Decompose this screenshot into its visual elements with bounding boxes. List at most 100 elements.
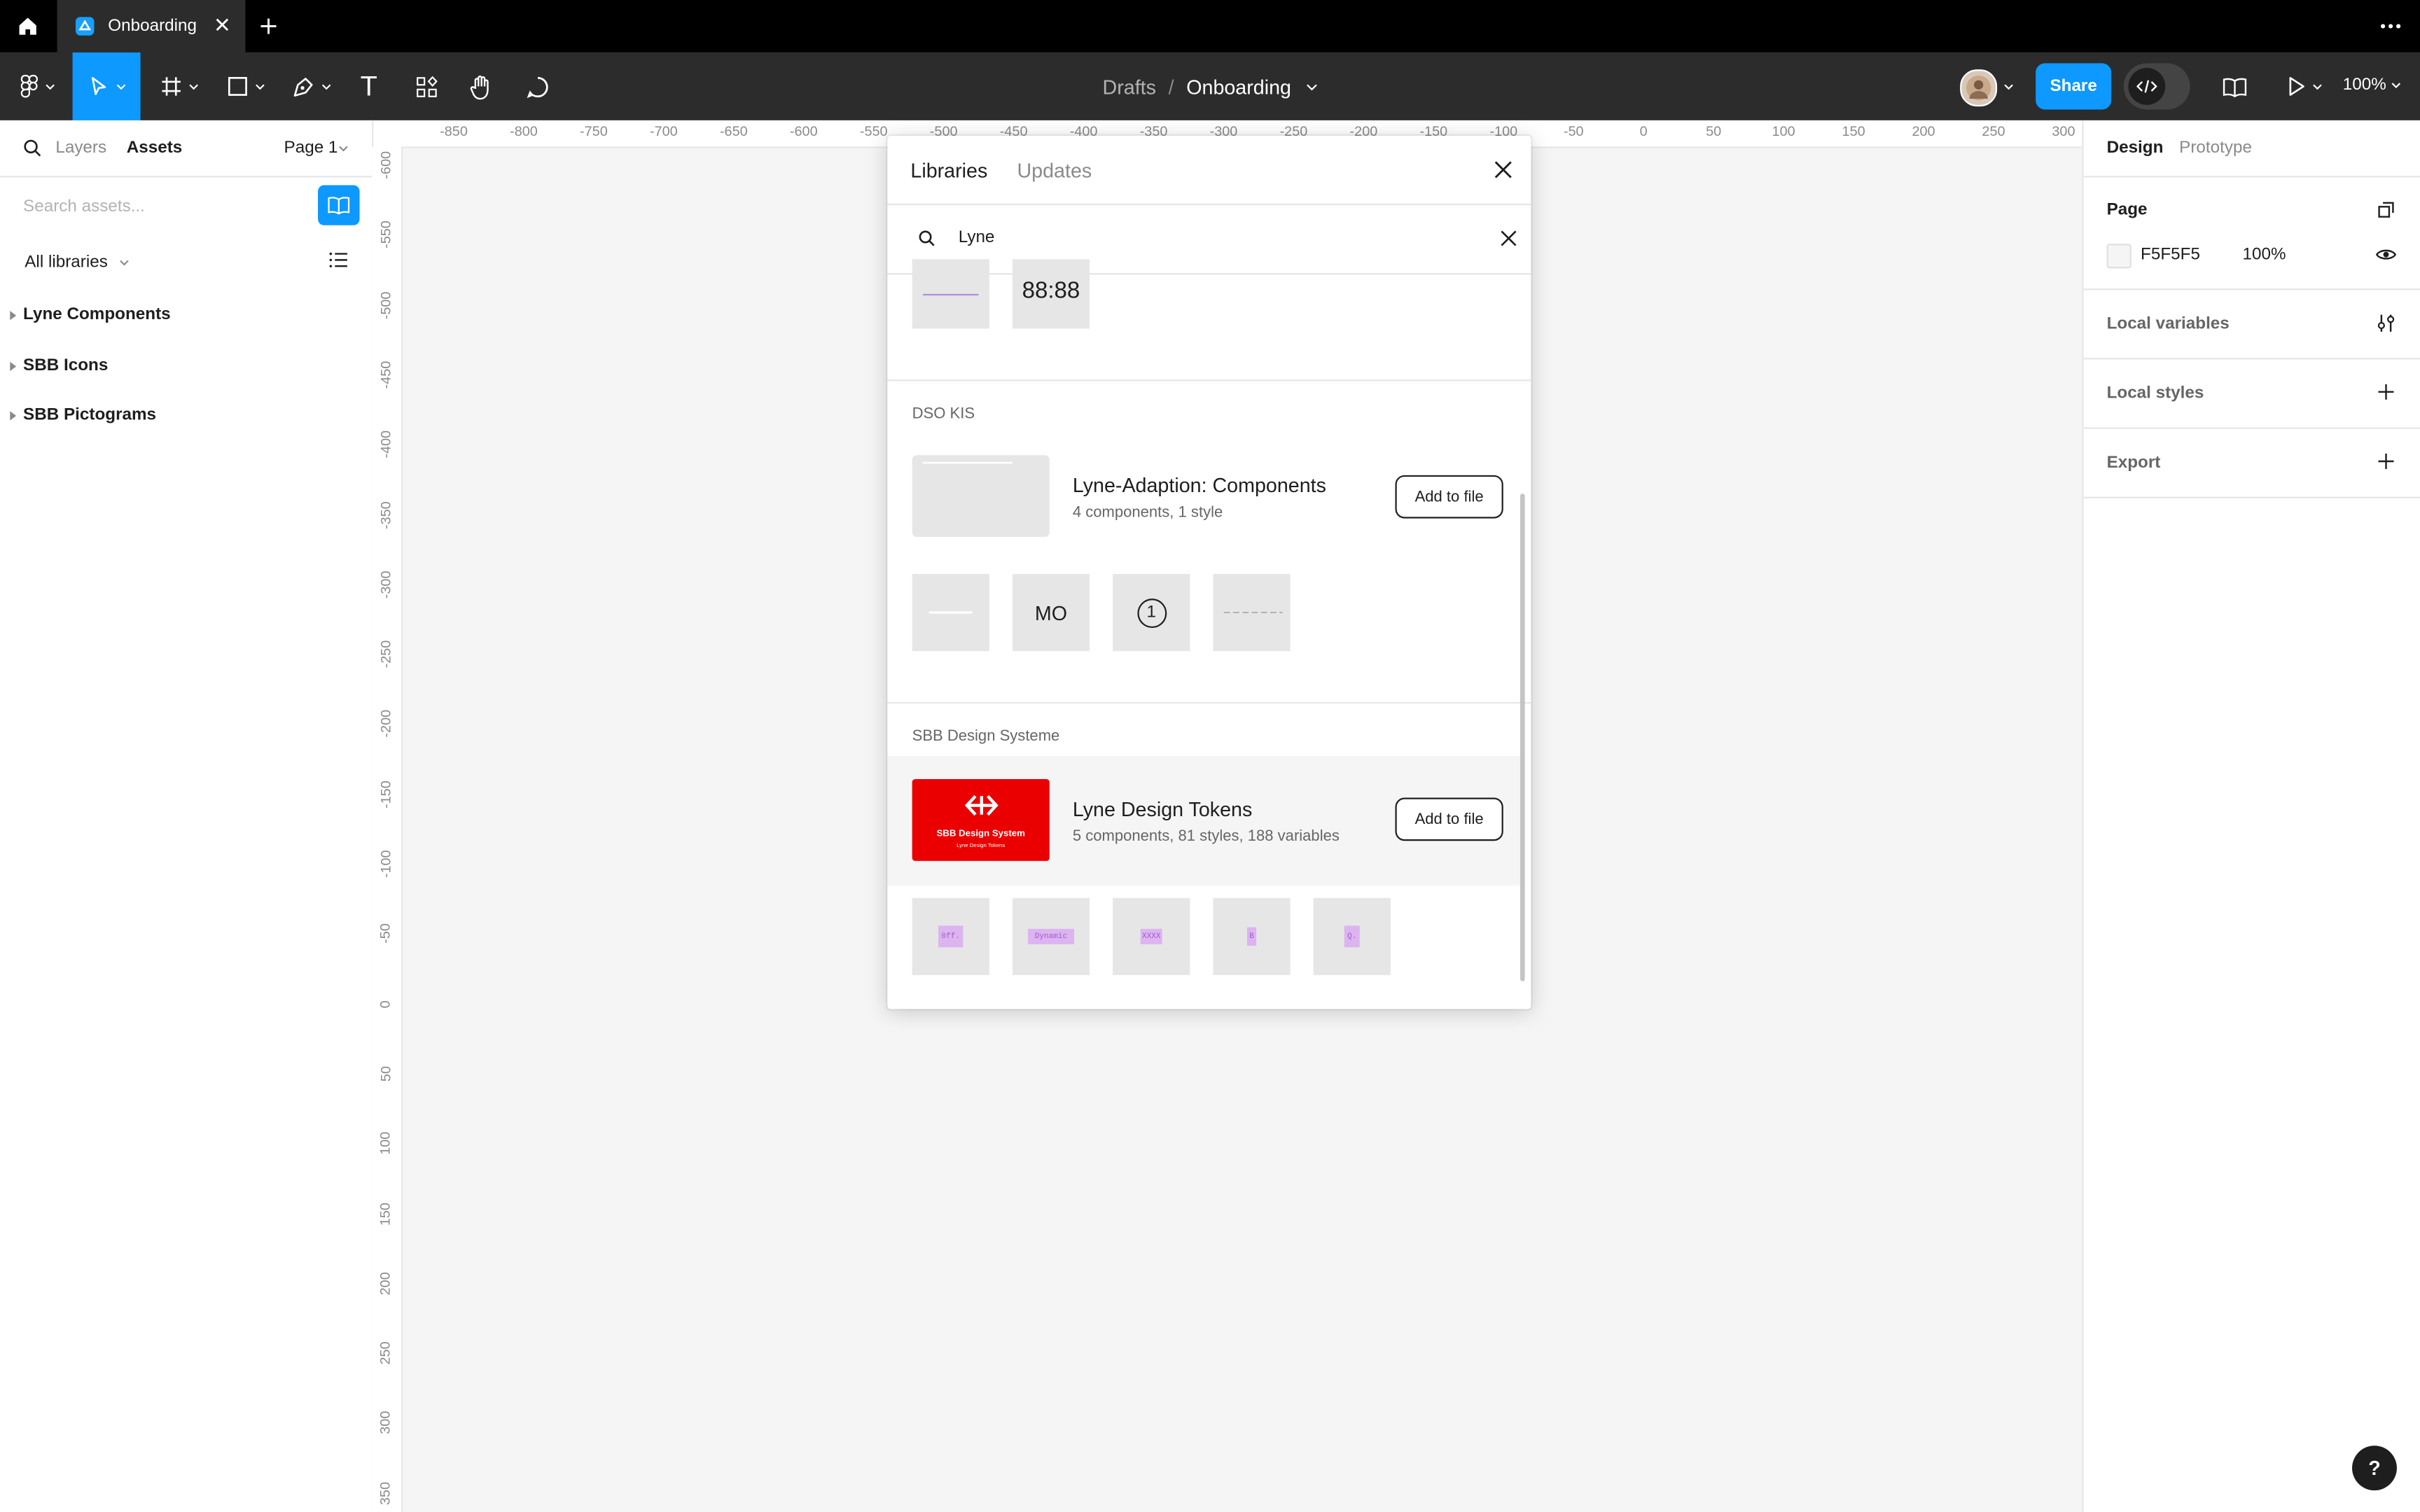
help-button[interactable]: ? bbox=[2352, 1446, 2397, 1491]
tab-design[interactable]: Design bbox=[2107, 139, 2164, 157]
tab-layers[interactable]: Layers bbox=[55, 139, 106, 157]
component-thumbnail[interactable]: Q. bbox=[1313, 897, 1391, 975]
file-favicon-icon bbox=[76, 17, 95, 36]
page-opacity-value[interactable]: 100% bbox=[2243, 245, 2286, 263]
zoom-level[interactable]: 100% bbox=[2343, 76, 2386, 94]
file-tab[interactable]: Onboarding bbox=[57, 0, 246, 52]
book-open-icon bbox=[328, 197, 350, 215]
dev-mode-toggle[interactable] bbox=[2123, 63, 2190, 110]
page-settings-icon[interactable] bbox=[2377, 201, 2395, 219]
ruler-tick-label: 0 bbox=[1639, 123, 1648, 139]
variables-icon[interactable] bbox=[2377, 313, 2395, 333]
tab-updates[interactable]: Updates bbox=[1017, 159, 1092, 182]
eye-icon[interactable] bbox=[2375, 247, 2397, 262]
add-export-icon[interactable] bbox=[2377, 452, 2395, 470]
ruler-tick-label: -750 bbox=[580, 123, 608, 139]
library-name: Lyne Design Tokens bbox=[1072, 797, 1253, 821]
page-section-title: Page bbox=[2106, 200, 2148, 219]
ruler-tick-label: -800 bbox=[510, 123, 538, 139]
clock-digits: 88:88 bbox=[1022, 276, 1080, 304]
libraries-dialog: Libraries Updates Lyne 88:88 DSO KIS Lyn… bbox=[887, 135, 1531, 1009]
dialog-scrollbar[interactable] bbox=[1520, 493, 1525, 981]
present-button[interactable] bbox=[2281, 52, 2328, 120]
library-button[interactable] bbox=[2216, 52, 2253, 120]
ruler-tick-label: -50 bbox=[377, 923, 394, 944]
avatar-chevron-icon[interactable] bbox=[2003, 83, 2014, 91]
ruler-tick-label: 50 bbox=[1706, 123, 1722, 139]
chevron-down-icon[interactable] bbox=[1305, 83, 1318, 90]
team-label: SBB Design Systeme bbox=[912, 728, 1060, 746]
local-variables-title: Local variables bbox=[2106, 314, 2230, 334]
component-thumbnail[interactable] bbox=[1213, 573, 1291, 652]
ruler-tick-label: -850 bbox=[440, 123, 468, 139]
add-to-file-button[interactable]: Add to file bbox=[1395, 475, 1503, 519]
breadcrumb-drafts[interactable]: Drafts bbox=[1103, 75, 1156, 98]
library-meta: 5 components, 81 styles, 188 variables bbox=[1072, 828, 1340, 846]
ruler-tick-label: 200 bbox=[378, 1271, 394, 1295]
ruler-tick-label: -500 bbox=[378, 290, 394, 319]
page-color-value[interactable]: F5F5F5 bbox=[2141, 245, 2200, 263]
team-library-button[interactable] bbox=[318, 185, 360, 225]
library-search-input[interactable]: Lyne bbox=[959, 228, 995, 246]
thumbnail-text: XXXX bbox=[1140, 928, 1162, 944]
tab-prototype[interactable]: Prototype bbox=[2179, 139, 2252, 157]
ruler-tick-label: 100 bbox=[1772, 123, 1795, 139]
asset-search[interactable]: Search assets... bbox=[0, 177, 372, 232]
page-color-swatch[interactable] bbox=[2106, 244, 2132, 269]
component-thumbnail[interactable]: Dynamic bbox=[1012, 897, 1090, 975]
component-thumbnail[interactable]: MO bbox=[1012, 573, 1090, 652]
ruler-tick-label: -650 bbox=[719, 123, 748, 139]
library-filter[interactable]: All libraries bbox=[25, 253, 130, 272]
add-to-file-button[interactable]: Add to file bbox=[1395, 797, 1503, 841]
tab-libraries[interactable]: Libraries bbox=[910, 159, 987, 182]
search-icon[interactable] bbox=[23, 139, 41, 157]
library-cover[interactable]: SBB Design System Lyne Design Tokens bbox=[912, 779, 1050, 861]
local-styles-title: Local styles bbox=[2106, 384, 2204, 403]
component-thumbnail[interactable] bbox=[912, 259, 989, 329]
component-thumbnail[interactable] bbox=[912, 573, 989, 652]
library-row-sbb-pictograms[interactable]: SBB Pictograms bbox=[0, 401, 372, 432]
avatar[interactable] bbox=[1960, 69, 1998, 107]
home-button[interactable] bbox=[0, 0, 55, 52]
component-thumbnail[interactable]: 88:88 bbox=[1012, 259, 1090, 329]
thumbnail-text: Dynamic bbox=[1028, 928, 1073, 944]
tab-assets[interactable]: Assets bbox=[127, 139, 183, 157]
ruler-tick-label: 250 bbox=[378, 1341, 394, 1365]
share-button[interactable]: Share bbox=[2036, 63, 2112, 110]
search-icon bbox=[919, 230, 935, 246]
search-assets-input[interactable]: Search assets... bbox=[23, 197, 145, 216]
ruler-tick-label: -600 bbox=[378, 150, 394, 179]
component-thumbnail[interactable]: XXXX bbox=[1113, 897, 1190, 975]
new-tab-icon[interactable] bbox=[256, 14, 281, 38]
export-title: Export bbox=[2106, 454, 2161, 472]
close-tab-icon[interactable] bbox=[214, 17, 230, 32]
list-view-icon[interactable] bbox=[328, 251, 349, 268]
caret-right-icon bbox=[10, 311, 17, 321]
breadcrumb-file-name[interactable]: Onboarding bbox=[1186, 75, 1291, 98]
component-thumbnail[interactable]: B bbox=[1213, 897, 1291, 975]
ruler-tick-label: 200 bbox=[1912, 123, 1935, 139]
component-thumbnail[interactable]: 0ff. bbox=[912, 897, 989, 975]
ruler-tick-label: 250 bbox=[1982, 123, 2005, 139]
chevron-down-icon[interactable] bbox=[338, 145, 349, 153]
local-styles-section: Local styles bbox=[2083, 360, 2420, 429]
library-row-sbb-icons[interactable]: SBB Icons bbox=[0, 352, 372, 383]
library-row-lyne-components[interactable]: Lyne Components bbox=[0, 301, 372, 332]
caret-right-icon bbox=[10, 411, 17, 421]
team-label: DSO KIS bbox=[912, 405, 975, 423]
clear-search-icon[interactable] bbox=[1500, 230, 1517, 246]
library-name: SBB Icons bbox=[23, 356, 109, 375]
close-icon[interactable] bbox=[1494, 160, 1512, 178]
thumbnail-text: B bbox=[1247, 927, 1256, 946]
ruler-tick-label: 150 bbox=[378, 1201, 394, 1226]
zoom-chevron-icon[interactable] bbox=[2391, 82, 2401, 90]
component-thumbnail[interactable]: 1 bbox=[1113, 573, 1190, 652]
add-style-icon[interactable] bbox=[2377, 383, 2395, 401]
caret-right-icon bbox=[10, 361, 17, 372]
library-cover[interactable] bbox=[912, 455, 1050, 538]
chevron-down-icon bbox=[2312, 83, 2321, 90]
more-menu-icon[interactable] bbox=[2380, 23, 2402, 29]
page-select[interactable]: Page 1 bbox=[284, 139, 338, 157]
library-name: Lyne-Adaption: Components bbox=[1072, 473, 1326, 497]
ruler-tick-label: -450 bbox=[378, 360, 394, 389]
